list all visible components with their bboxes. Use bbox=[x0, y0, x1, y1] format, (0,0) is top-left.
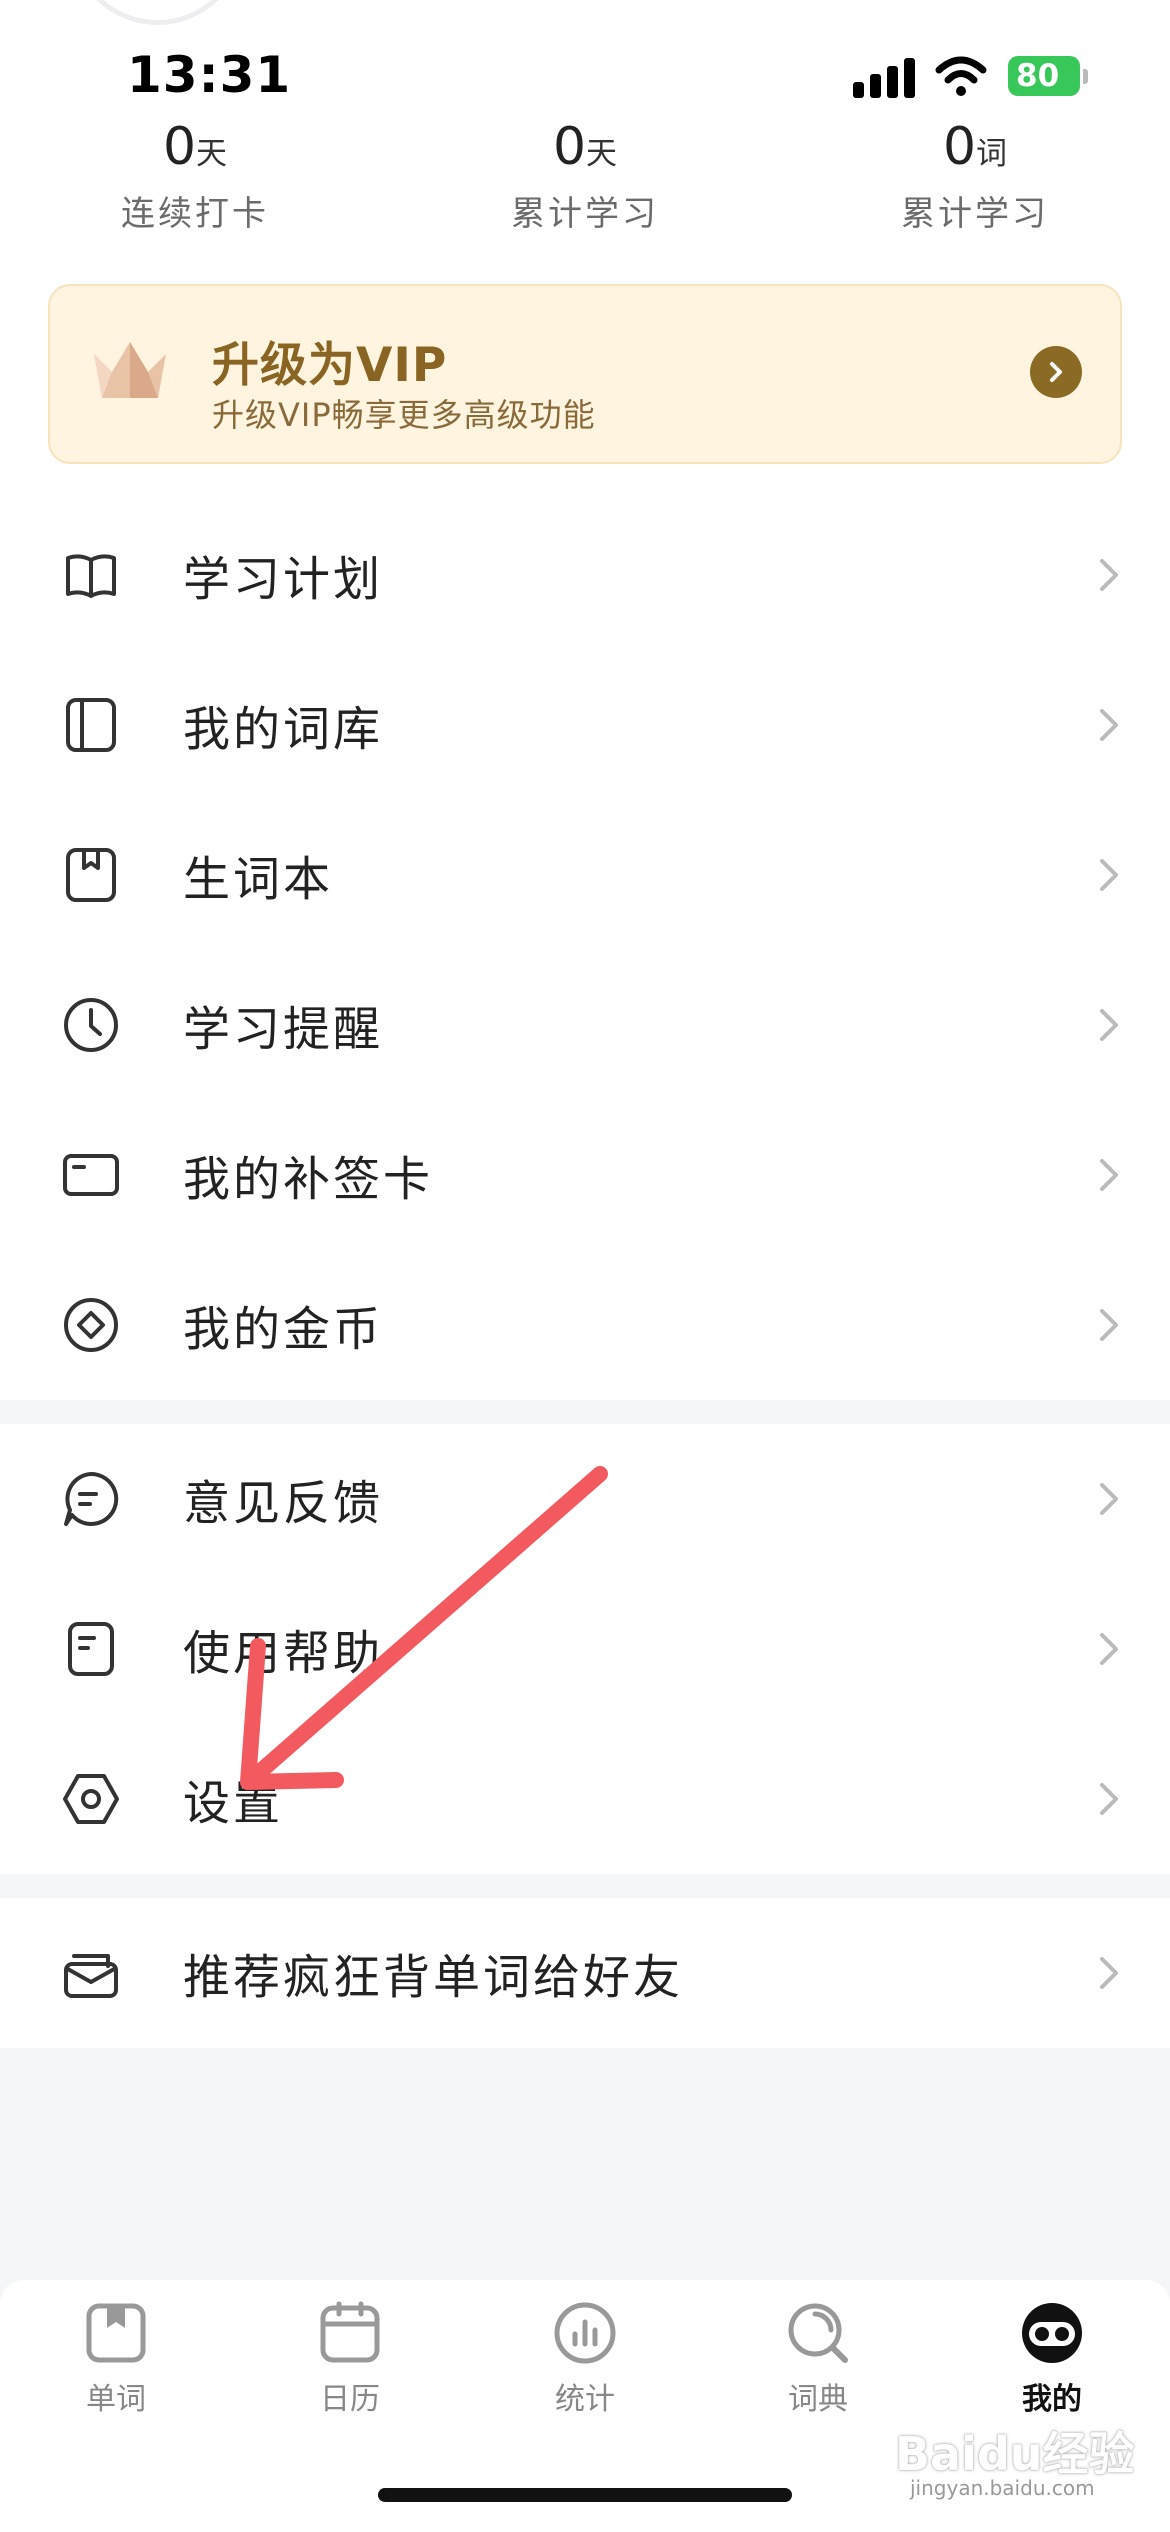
crown-icon bbox=[94, 342, 166, 398]
coin-icon bbox=[64, 1298, 118, 1352]
menu-item-study-reminder[interactable]: 学习提醒 bbox=[0, 950, 1170, 1100]
tab-words[interactable]: 单词 bbox=[56, 2300, 176, 2418]
vip-title: 升级为VIP bbox=[212, 338, 448, 393]
tab-label: 统计 bbox=[555, 2382, 615, 2417]
mail-icon bbox=[64, 1954, 118, 1998]
menu-item-help[interactable]: 使用帮助 bbox=[0, 1574, 1170, 1724]
battery-level: 80 bbox=[1016, 58, 1060, 94]
stat-value: 0 bbox=[942, 117, 977, 177]
stat-value: 0 bbox=[162, 117, 197, 177]
menu-item-label: 意见反馈 bbox=[183, 1476, 383, 1532]
chevron-right-icon bbox=[1100, 1783, 1118, 1815]
dictionary-icon bbox=[788, 2303, 848, 2363]
menu-item-makeup-card[interactable]: 我的补签卡 bbox=[0, 1100, 1170, 1250]
menu-section-study: 学习计划 我的词库 生词本 学习提醒 我的补签卡 我的金币 bbox=[0, 500, 1170, 1400]
help-doc-icon bbox=[68, 1622, 114, 1676]
watermark-url: jingyan.baidu.com bbox=[910, 2476, 1095, 2500]
stat-total-words: 0词 累计学习 bbox=[855, 112, 1095, 235]
card-icon bbox=[63, 1154, 119, 1196]
tab-me[interactable]: 我的 bbox=[992, 2300, 1112, 2418]
profile-face-icon bbox=[1022, 2303, 1082, 2363]
tab-calendar[interactable]: 日历 bbox=[290, 2300, 410, 2418]
stat-total-days: 0天 累计学习 bbox=[465, 112, 705, 235]
chevron-right-icon bbox=[1100, 1483, 1118, 1515]
menu-item-label: 我的词库 bbox=[183, 702, 383, 758]
stat-value: 0 bbox=[552, 117, 587, 177]
word-book-icon bbox=[86, 2303, 146, 2363]
chevron-right-icon bbox=[1100, 709, 1118, 741]
calendar-icon bbox=[320, 2301, 380, 2363]
home-indicator[interactable] bbox=[378, 2488, 792, 2502]
chevron-right-icon bbox=[1100, 559, 1118, 591]
chevron-right-icon bbox=[1100, 1957, 1118, 1989]
tab-label: 我的 bbox=[1022, 2382, 1082, 2417]
menu-item-feedback[interactable]: 意见反馈 bbox=[0, 1424, 1170, 1574]
feedback-icon bbox=[64, 1471, 119, 1526]
stat-unit: 天 bbox=[196, 136, 228, 172]
cellular-signal-icon bbox=[853, 58, 915, 98]
chevron-right-icon bbox=[1050, 362, 1062, 382]
chevron-right-icon bbox=[1100, 1309, 1118, 1341]
menu-item-coins[interactable]: 我的金币 bbox=[0, 1250, 1170, 1400]
chevron-right-icon bbox=[1100, 1633, 1118, 1665]
menu-item-label: 我的金币 bbox=[183, 1302, 383, 1358]
status-bar: 13:31 80 bbox=[0, 0, 1170, 130]
watermark-logo: Baidu经验 bbox=[895, 2427, 1135, 2481]
menu-item-vocab-notebook[interactable]: 生词本 bbox=[0, 800, 1170, 950]
menu-item-label: 我的补签卡 bbox=[183, 1152, 433, 1208]
menu-item-label: 学习提醒 bbox=[183, 1002, 383, 1058]
bookmark-book-icon bbox=[66, 848, 116, 902]
stat-label: 累计学习 bbox=[511, 194, 659, 234]
tab-label: 词典 bbox=[788, 2382, 848, 2417]
chevron-right-icon bbox=[1100, 1159, 1118, 1191]
tab-label: 日历 bbox=[320, 2382, 380, 2417]
settings-icon bbox=[63, 1774, 119, 1824]
menu-item-label: 使用帮助 bbox=[183, 1626, 383, 1682]
tab-dictionary[interactable]: 词典 bbox=[758, 2300, 878, 2418]
menu-section-support: 意见反馈 使用帮助 设置 bbox=[0, 1424, 1170, 1874]
stat-unit: 天 bbox=[586, 136, 618, 172]
tab-stats[interactable]: 统计 bbox=[525, 2300, 645, 2418]
stat-unit: 词 bbox=[976, 136, 1008, 172]
vip-subtitle: 升级VIP畅享更多高级功能 bbox=[212, 396, 596, 434]
chevron-right-icon bbox=[1100, 859, 1118, 891]
clock-icon bbox=[64, 998, 118, 1052]
menu-item-label: 生词本 bbox=[183, 852, 333, 908]
stats-icon bbox=[554, 2302, 616, 2364]
library-icon bbox=[66, 698, 116, 752]
stat-label: 累计学习 bbox=[901, 194, 1049, 234]
book-open-icon bbox=[66, 554, 116, 598]
menu-item-word-library[interactable]: 我的词库 bbox=[0, 650, 1170, 800]
menu-item-settings[interactable]: 设置 bbox=[0, 1724, 1170, 1874]
battery-cap bbox=[1083, 69, 1088, 84]
menu-item-recommend[interactable]: 推荐疯狂背单词给好友 bbox=[0, 1898, 1170, 2048]
tab-label: 单词 bbox=[86, 2382, 146, 2417]
menu-section-share: 推荐疯狂背单词给好友 bbox=[0, 1898, 1170, 2048]
stat-streak: 0天 连续打卡 bbox=[75, 112, 315, 235]
menu-item-study-plan[interactable]: 学习计划 bbox=[0, 500, 1170, 650]
chevron-right-icon bbox=[1100, 1009, 1118, 1041]
wifi-icon bbox=[935, 56, 987, 96]
status-time: 13:31 bbox=[127, 46, 292, 104]
menu-item-label: 设置 bbox=[183, 1776, 283, 1832]
battery-indicator: 80 bbox=[1008, 56, 1080, 96]
vip-banner[interactable]: 升级为VIP 升级VIP畅享更多高级功能 bbox=[48, 284, 1122, 464]
stat-label: 连续打卡 bbox=[121, 194, 269, 234]
menu-item-label: 学习计划 bbox=[183, 552, 383, 608]
stats-row: 0天 连续打卡 0天 累计学习 0词 累计学习 bbox=[0, 112, 1170, 252]
menu-item-label: 推荐疯狂背单词给好友 bbox=[183, 1950, 683, 2006]
vip-arrow-button[interactable] bbox=[1030, 346, 1082, 398]
